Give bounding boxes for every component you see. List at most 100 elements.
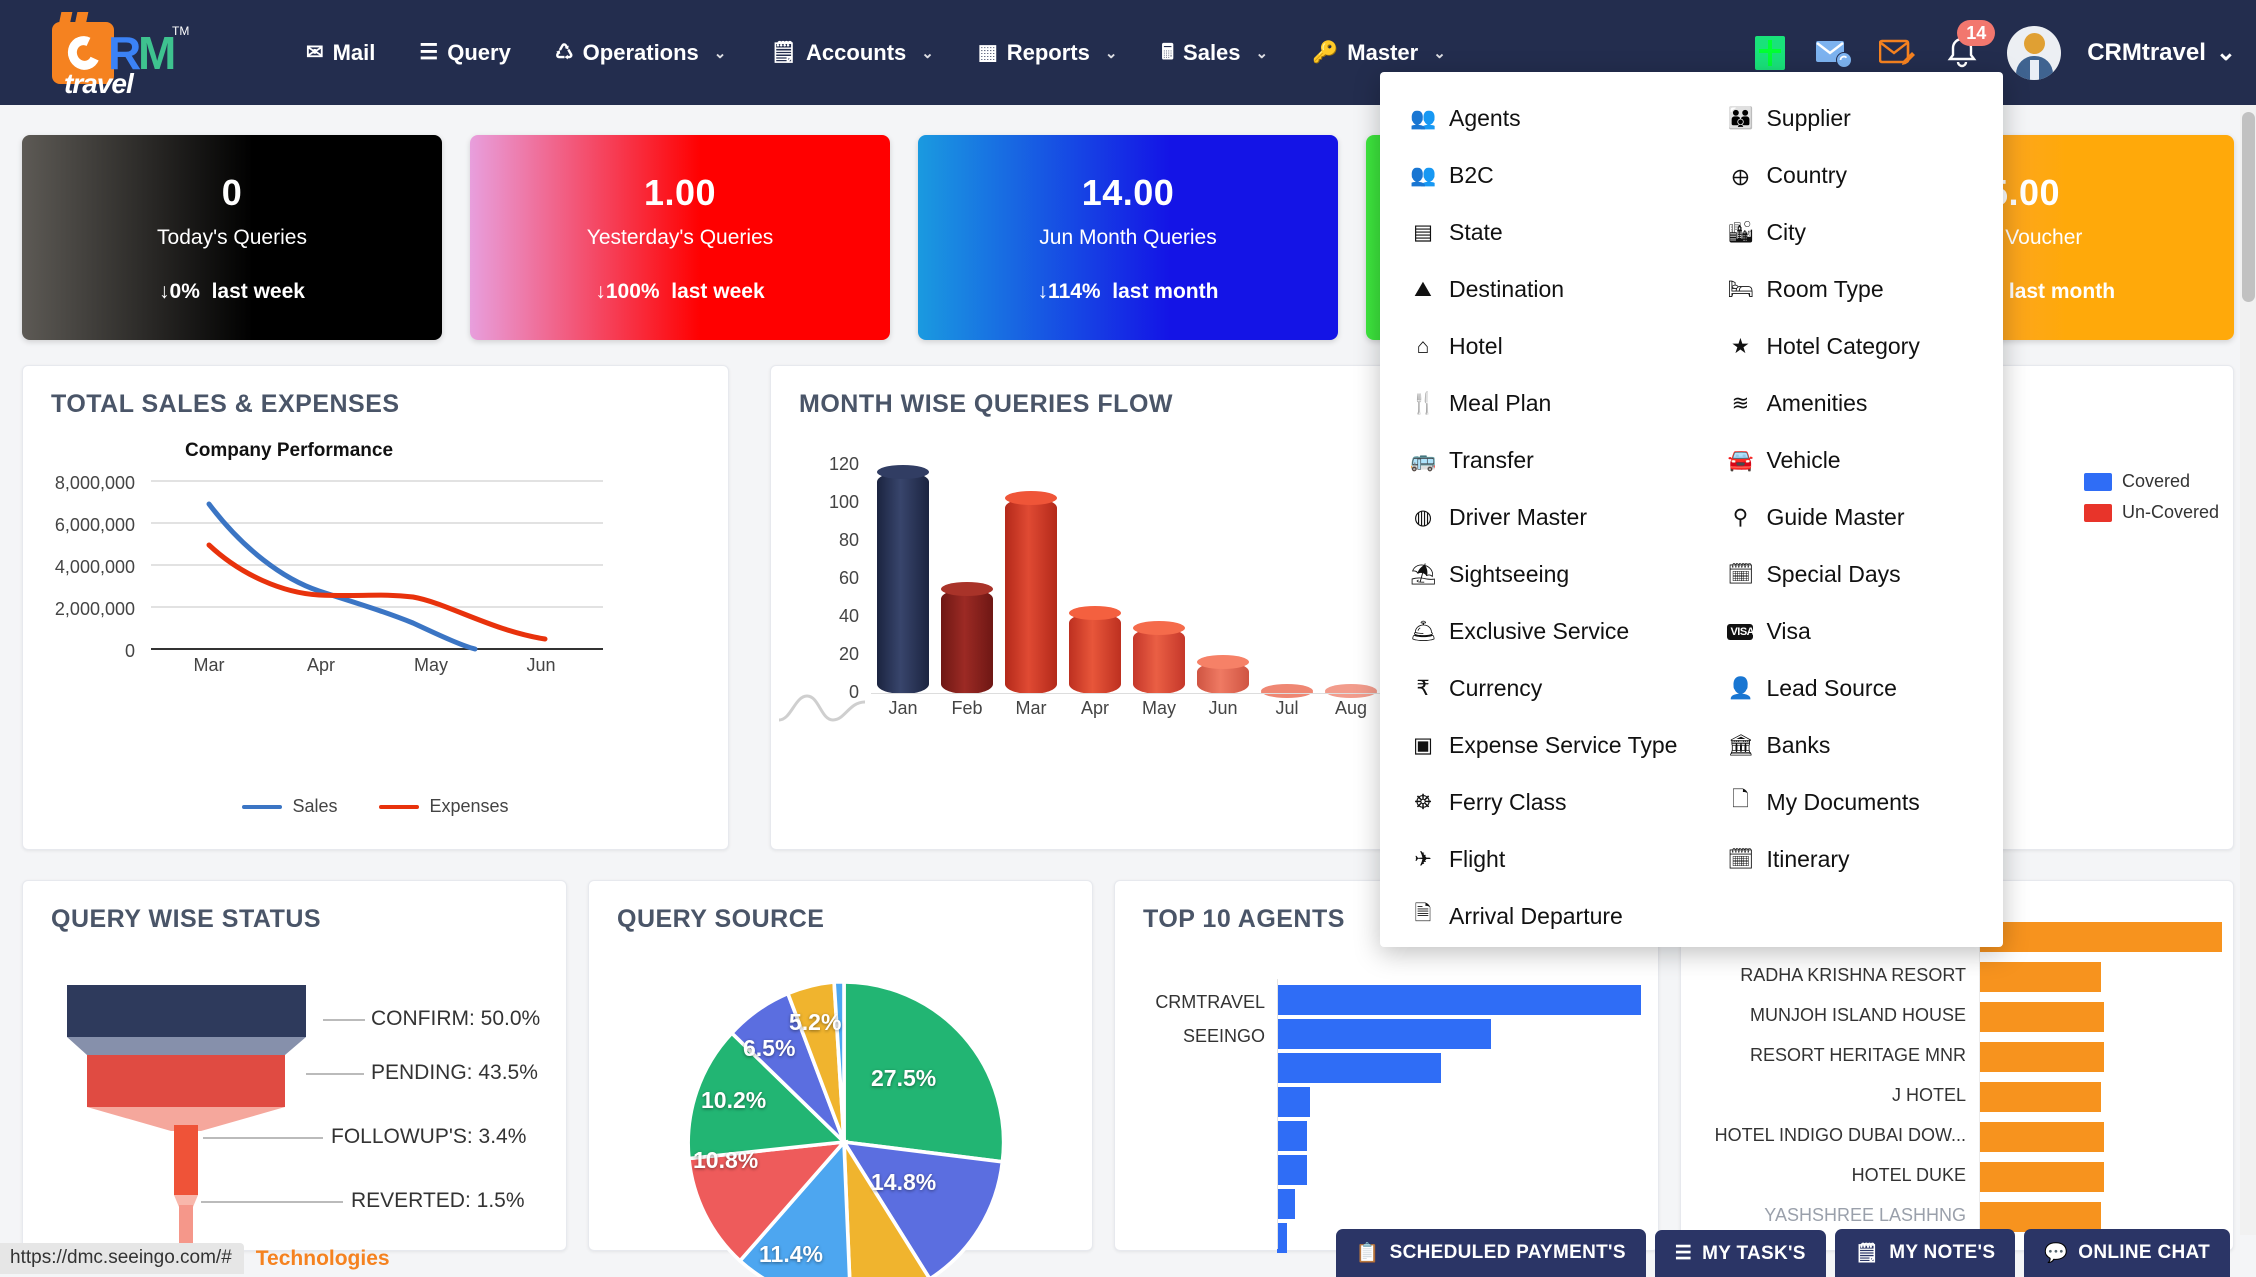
excel-sheet-icon[interactable]	[1751, 34, 1789, 72]
x-tick: May	[1141, 698, 1176, 718]
sparkline-icon	[778, 694, 866, 722]
nav-item-master[interactable]: 🔑 Master ⌄	[1290, 28, 1468, 78]
menu-item-transfer[interactable]: 🚌 Transfer	[1380, 432, 1697, 489]
menu-item-meal-plan[interactable]: 🍴 Meal Plan	[1380, 375, 1697, 432]
menu-item-b2c[interactable]: 👥 B2C	[1380, 147, 1697, 204]
menu-label: Guide Master	[1766, 504, 1905, 530]
menu-item-currency[interactable]: ₹ Currency	[1380, 660, 1697, 717]
avatar[interactable]	[2007, 25, 2062, 80]
leader-line	[203, 1137, 323, 1139]
y-tick: 80	[838, 530, 859, 550]
menu-label: Hotel	[1449, 333, 1503, 359]
chat-icon: 💬	[2044, 1243, 2069, 1264]
mail-compose-icon[interactable]	[1879, 34, 1917, 72]
wifi-icon: ≋	[1731, 392, 1750, 415]
bar-row	[1979, 1082, 2101, 1112]
meal-icon: 🍴	[1410, 391, 1437, 415]
bar-row	[1979, 1162, 2104, 1192]
menu-item-hotel-category[interactable]: ★ Hotel Category	[1697, 318, 2003, 375]
clipboard-icon: 📋	[1355, 1243, 1380, 1264]
nav-label: Sales	[1183, 39, 1241, 65]
bell-icon[interactable]: 14	[1943, 19, 1996, 72]
menu-item-country[interactable]: 🜨 Country	[1697, 147, 2003, 204]
menu-item-agents[interactable]: 👥 Agents	[1380, 90, 1697, 147]
menu-item-state[interactable]: ▤ State	[1380, 204, 1697, 261]
menu-item-city[interactable]: 🏙 City	[1697, 204, 2003, 261]
nav-item-accounts[interactable]: 🗒 Accounts ⌄	[748, 28, 956, 78]
pie-label-2: 14.8%	[871, 1169, 937, 1195]
menu-item-supplier[interactable]: 👪 Supplier	[1697, 90, 2003, 147]
menu-label: Special Days	[1766, 561, 1901, 587]
online-chat-button[interactable]: 💬 ONLINE CHAT	[2024, 1229, 2230, 1277]
menu-label: Meal Plan	[1449, 390, 1552, 416]
x-tick: Aug	[1334, 698, 1368, 718]
chevron-down-icon: ⌄	[2215, 39, 2236, 66]
menu-item-my-documents[interactable]: 🗋 My Documents	[1697, 774, 2003, 831]
pie-label-5: 10.2%	[701, 1087, 767, 1113]
nav-item-mail[interactable]: ✉ Mail	[284, 28, 397, 78]
my-notes-button[interactable]: 🗒 MY NOTE'S	[1834, 1229, 2016, 1277]
app-logo[interactable]: R M TM travel	[26, 10, 189, 99]
menu-label: Agents	[1449, 105, 1521, 131]
chart-legend: Sales Expenses	[23, 796, 728, 817]
bar-row	[1277, 1087, 1310, 1117]
menu-item-expense-service-type[interactable]: ▣ Expense Service Type	[1380, 717, 1697, 774]
nav-item-reports[interactable]: ▦ Reports ⌄	[956, 28, 1140, 78]
nav-item-operations[interactable]: ♺ Operations ⌄	[533, 28, 749, 78]
menu-item-destination[interactable]: ⛰ Destination	[1380, 261, 1697, 318]
menu-item-ferry-class[interactable]: ☸ Ferry Class	[1380, 774, 1697, 831]
menu-item-arrival-departure[interactable]: 🗎 Arrival Departure	[1380, 888, 1697, 945]
bar-apr	[1069, 606, 1121, 694]
menu-item-itinerary[interactable]: 🗓 Itinerary	[1697, 831, 2003, 888]
kpi-card-todays-queries[interactable]: 0 Today's Queries ↓0% last week	[22, 135, 442, 340]
menu-label: Supplier	[1766, 105, 1851, 131]
nav-menu: ✉ Mail ☰ Query ♺ Operations ⌄ 🗒 Accounts…	[284, 28, 1468, 78]
menu-item-visa[interactable]: VISA Visa	[1697, 603, 2003, 660]
kpi-value: 1.00	[643, 171, 717, 213]
globe-icon: 🜨	[1731, 167, 1750, 190]
scheduled-payments-button[interactable]: 📋 SCHEDULED PAYMENT'S	[1335, 1229, 1646, 1277]
nav-label: Master	[1347, 39, 1419, 65]
kpi-label: Yesterday's Queries	[586, 225, 774, 249]
menu-item-special-days[interactable]: 🗓 Special Days	[1697, 546, 2003, 603]
kpi-delta: ↓114% last month	[1037, 279, 1219, 303]
chart-subtitle: Company Performance	[185, 440, 394, 461]
menu-item-amenities[interactable]: ≋ Amenities	[1697, 375, 2003, 432]
nav-item-sales[interactable]: 🖩 Sales ⌄	[1139, 28, 1290, 78]
bar-label-7: HOTEL DUKE	[1851, 1165, 1966, 1185]
menu-label: Expense Service Type	[1449, 732, 1678, 758]
user-menu[interactable]: CRMtravel ⌄	[2087, 38, 2236, 67]
menu-item-driver-master[interactable]: ◍ Driver Master	[1380, 489, 1697, 546]
card-query-wise-status: QUERY WISE STATUS CONFIRM: 50.0% PENDING…	[22, 880, 567, 1273]
menu-label: Arrival Departure	[1449, 903, 1623, 929]
footer-technologies-label: Technologies	[255, 1246, 390, 1270]
menu-item-lead-source[interactable]: 👤 Lead Source	[1697, 660, 2003, 717]
notification-badge: 14	[1957, 19, 1996, 46]
menu-item-exclusive-service[interactable]: 🛎 Exclusive Service	[1380, 603, 1697, 660]
menu-item-sightseeing[interactable]: ⛱ Sightseeing	[1380, 546, 1697, 603]
nav-item-query[interactable]: ☰ Query	[397, 28, 532, 78]
leader-line	[306, 1073, 364, 1075]
document-check-icon: 🗎	[1414, 902, 1432, 925]
menu-item-vehicle[interactable]: 🚘 Vehicle	[1697, 432, 2003, 489]
users-icon: 👥	[1410, 106, 1437, 130]
menu-item-hotel[interactable]: ⌂ Hotel	[1380, 318, 1697, 375]
kpi-card-jun-month-queries[interactable]: 14.00 Jun Month Queries ↓114% last month	[918, 135, 1338, 340]
menu-item-banks[interactable]: 🏛 Banks	[1697, 717, 2003, 774]
x-tick: Jul	[1275, 698, 1299, 718]
menu-item-flight[interactable]: ✈ Flight	[1380, 831, 1697, 888]
map-region-icon: ▤	[1413, 221, 1433, 244]
leader-line	[201, 1201, 343, 1203]
bar-jun	[1197, 655, 1249, 694]
page-scrollbar-thumb[interactable]	[2242, 112, 2255, 302]
mail-sync-icon[interactable]	[1815, 34, 1853, 72]
legend-swatch	[379, 804, 420, 809]
wallet-icon: ▣	[1413, 734, 1433, 757]
person-check-icon: 👤	[1727, 676, 1754, 700]
my-tasks-button[interactable]: ☰ MY TASK'S	[1654, 1230, 1826, 1277]
legend-item-sales: Sales	[242, 796, 337, 817]
menu-item-room-type[interactable]: 🛏 Room Type	[1697, 261, 2003, 318]
menu-item-guide-master[interactable]: ⚲ Guide Master	[1697, 489, 2003, 546]
file-icon: 🗋	[1731, 788, 1749, 811]
kpi-card-yesterdays-queries[interactable]: 1.00 Yesterday's Queries ↓100% last week	[470, 135, 890, 340]
